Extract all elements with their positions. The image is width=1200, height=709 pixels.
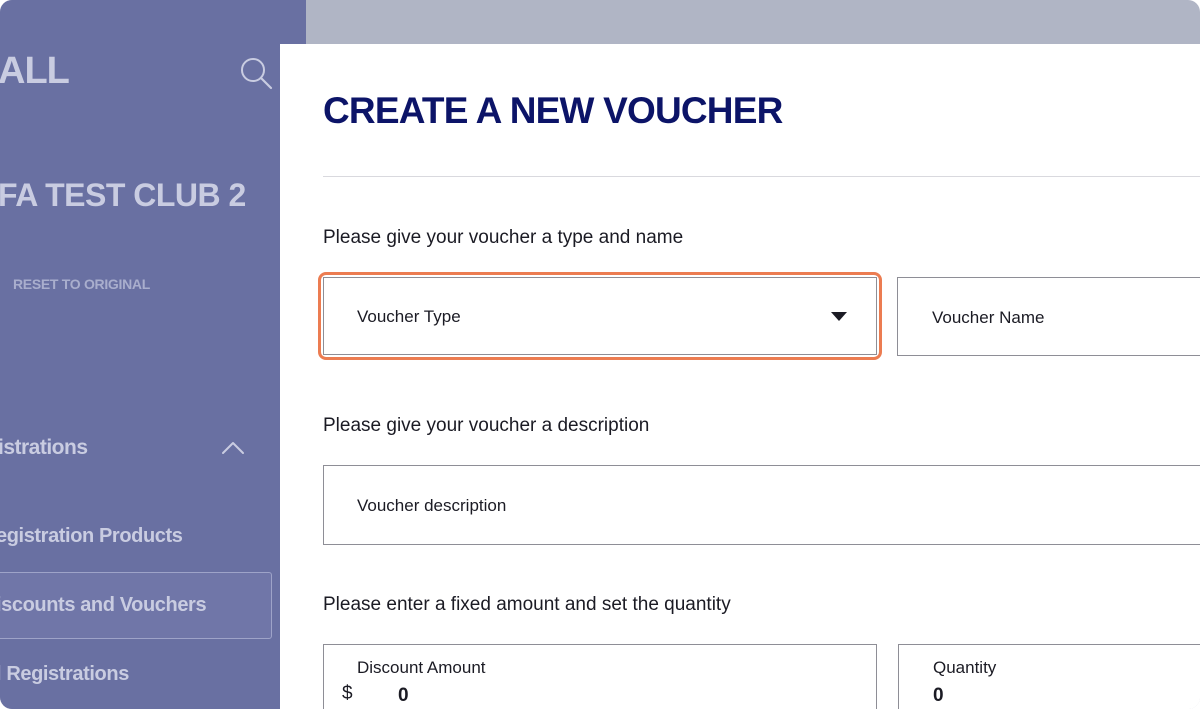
discount-amount-label: Discount Amount (357, 658, 486, 677)
type-name-prompt: Please give your voucher a type and name (323, 227, 684, 248)
app-window: ALL FA TEST CLUB 2 RESET TO ORIGINAL ist… (0, 0, 1200, 709)
discount-amount-value: 0 (398, 685, 409, 706)
voucher-name-placeholder: Voucher Name (932, 308, 1045, 327)
voucher-description-input[interactable]: Voucher description (323, 465, 1200, 545)
quantity-input[interactable]: Quantity 0 (898, 644, 1200, 709)
sidebar-section-registrations[interactable]: istrations (0, 436, 88, 460)
sidebar: ALL FA TEST CLUB 2 RESET TO ORIGINAL ist… (0, 0, 306, 709)
quantity-label: Quantity (933, 658, 997, 677)
caret-down-icon (831, 312, 847, 321)
discount-amount-input[interactable]: Discount Amount $ 0 (323, 644, 877, 709)
sidebar-item-discounts-and-vouchers[interactable]: iscounts and Vouchers (0, 594, 207, 617)
currency-symbol: $ (342, 683, 353, 704)
sidebar-item-all-registrations[interactable]: l Registrations (0, 663, 129, 686)
quantity-value: 0 (933, 685, 944, 706)
page-title: CREATE A NEW VOUCHER (323, 90, 783, 131)
reset-to-original-link[interactable]: RESET TO ORIGINAL (13, 276, 150, 292)
voucher-description-placeholder: Voucher description (357, 496, 507, 515)
voucher-type-label: Voucher Type (357, 307, 461, 326)
chevron-up-icon[interactable] (220, 438, 246, 458)
voucher-type-select[interactable]: Voucher Type (323, 277, 877, 355)
main-panel: CREATE A NEW VOUCHER Please give your vo… (280, 44, 1200, 709)
brand-logo-text: ALL (0, 50, 70, 92)
amount-quantity-prompt: Please enter a fixed amount and set the … (323, 594, 731, 615)
divider (323, 176, 1200, 177)
voucher-name-input[interactable]: Voucher Name (897, 277, 1200, 356)
search-icon[interactable] (239, 56, 273, 90)
club-name: FA TEST CLUB 2 (0, 177, 246, 213)
description-prompt: Please give your voucher a description (323, 415, 650, 436)
sidebar-item-registration-products[interactable]: egistration Products (0, 525, 183, 548)
